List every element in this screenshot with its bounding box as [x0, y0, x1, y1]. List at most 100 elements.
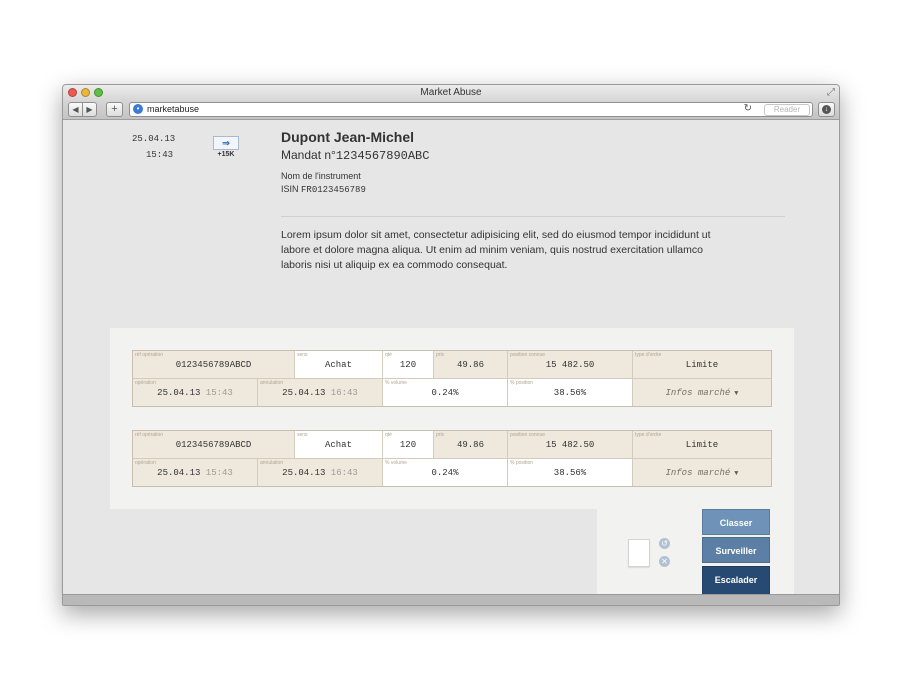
sens-cell: sens Achat — [295, 351, 383, 379]
mandate-prefix: Mandat n° — [281, 148, 336, 162]
title-bar: Market Abuse ⤢ — [63, 85, 839, 101]
undo-icon[interactable]: ↺ — [659, 538, 670, 549]
pct-position-label: % position — [510, 460, 534, 466]
position-value: 15 482.50 — [545, 360, 595, 370]
operation-datetime: 25.04.13 15:43 — [133, 388, 257, 398]
divider — [281, 216, 785, 217]
downloads-button[interactable]: ↓ — [818, 102, 835, 117]
chevron-down-icon: ▼ — [734, 390, 739, 398]
chevron-down-icon: ▼ — [734, 470, 739, 478]
ref-label: réf opération — [135, 352, 164, 358]
new-tab-button[interactable]: + — [106, 102, 123, 117]
fullscreen-icon[interactable]: ⤢ — [827, 87, 835, 98]
pct-position-value: 38.56% — [553, 388, 587, 398]
browser-window: Market Abuse ⤢ ◀ ▶ + • marketabuse ↻ Rea… — [62, 84, 840, 606]
operation-date: 25.04.13 — [157, 468, 201, 478]
browser-toolbar: ◀ ▶ + • marketabuse ↻ Reader ↓ — [63, 101, 839, 120]
url-text: marketabuse — [147, 104, 200, 114]
position-label: position connue — [510, 352, 546, 358]
surveiller-button[interactable]: Surveiller — [702, 537, 770, 563]
ref-label: réf opération — [135, 432, 164, 438]
prix-value: 49.86 — [456, 360, 484, 370]
operation-date: 25.04.13 — [157, 388, 201, 398]
annulation-datetime: 25.04.13 16:43 — [258, 388, 382, 398]
type-ordre-value: Limite — [685, 360, 719, 370]
volume-value: 0.24% — [431, 388, 459, 398]
prix-label: prix — [436, 352, 445, 358]
sens-value: Achat — [324, 440, 352, 450]
infos-marche-label: Infos marché ▼ — [633, 388, 771, 398]
annulation-time-cell: annulation 25.04.13 16:43 — [258, 379, 383, 406]
operation-label: opération — [135, 460, 156, 466]
pct-position-label: % position — [510, 380, 534, 386]
classer-button[interactable]: Classer — [702, 509, 770, 535]
operation-card: réf opération 0123456789ABCD sens Achat … — [132, 350, 772, 407]
qte-value: 120 — [399, 360, 417, 370]
qte-label: qté — [385, 352, 392, 358]
ref-value: 0123456789ABCD — [175, 440, 252, 450]
prix-value: 49.86 — [456, 440, 484, 450]
reload-icon[interactable]: ↻ — [744, 103, 752, 114]
operation-time: 15:43 — [205, 388, 233, 398]
operation-datetime: 25.04.13 15:43 — [133, 468, 257, 478]
annulation-time-cell: annulation 25.04.13 16:43 — [258, 459, 383, 486]
alert-time: 15:43 — [146, 150, 174, 160]
operation-time-cell: opération 25.04.13 15:43 — [133, 459, 258, 486]
volume-cell: % volume 0.24% — [383, 379, 508, 406]
volume-label: % volume — [385, 460, 407, 466]
infos-marche-dropdown[interactable]: Infos marché ▼ — [633, 459, 771, 486]
back-button[interactable]: ◀ — [68, 102, 83, 117]
qte-cell: qté 120 — [383, 351, 434, 379]
annulation-datetime: 25.04.13 16:43 — [258, 468, 382, 478]
qte-cell: qté 120 — [383, 431, 434, 459]
operations-panel: réf opération 0123456789ABCD sens Achat … — [110, 328, 794, 509]
mandate-code: 1234567890ABC — [335, 149, 430, 163]
annulation-label: annulation — [260, 380, 284, 386]
remove-icon[interactable]: ✕ — [659, 556, 670, 567]
pct-position-cell: % position 38.56% — [508, 459, 633, 486]
sens-value: Achat — [324, 360, 352, 370]
download-icon: ↓ — [822, 105, 831, 114]
infos-marche-text: Infos marché — [665, 388, 731, 398]
position-cell: position connue 15 482.50 — [508, 351, 633, 379]
status-bar — [63, 594, 839, 605]
forward-button[interactable]: ▶ — [82, 102, 97, 117]
prix-cell: prix 49.86 — [434, 431, 508, 459]
operation-card: réf opération 0123456789ABCD sens Achat … — [132, 430, 772, 487]
type-ordre-cell: type d'ordre Limite — [633, 351, 771, 379]
sens-label: sens — [297, 432, 308, 438]
type-ordre-cell: type d'ordre Limite — [633, 431, 771, 459]
arrow-badge-icon: ⇒ — [213, 136, 239, 150]
volume-label: % volume — [385, 380, 407, 386]
pct-position-value: 38.56% — [553, 468, 587, 478]
window-title: Market Abuse — [420, 87, 482, 98]
infos-marche-dropdown[interactable]: Infos marché ▼ — [633, 379, 771, 406]
escalader-button[interactable]: Escalader — [702, 566, 770, 595]
qte-value: 120 — [399, 440, 417, 450]
globe-icon: • — [133, 104, 143, 114]
address-bar[interactable]: • marketabuse ↻ Reader — [129, 102, 813, 117]
page-content: 25.04.13 15:43 ⇒ +15K Dupont Jean-Michel… — [63, 120, 839, 595]
qte-label: qté — [385, 432, 392, 438]
annulation-label: annulation — [260, 460, 284, 466]
document-icon[interactable] — [628, 539, 650, 567]
reader-button[interactable]: Reader — [764, 104, 810, 116]
instrument-name: Nom de l'instrument — [281, 171, 361, 181]
operation-time-cell: opération 25.04.13 15:43 — [133, 379, 258, 406]
position-value: 15 482.50 — [545, 440, 595, 450]
ref-cell: réf opération 0123456789ABCD — [133, 351, 295, 379]
alert-description: Lorem ipsum dolor sit amet, consectetur … — [281, 229, 711, 271]
pct-position-cell: % position 38.56% — [508, 379, 633, 406]
alert-date: 25.04.13 — [132, 134, 176, 144]
prix-label: prix — [436, 432, 445, 438]
type-ordre-label: type d'ordre — [635, 352, 662, 358]
infos-marche-label: Infos marché ▼ — [633, 468, 771, 478]
volume-value: 0.24% — [431, 468, 459, 478]
annulation-time: 16:43 — [330, 388, 358, 398]
isin-code: FR0123456789 — [301, 185, 366, 195]
volume-cell: % volume 0.24% — [383, 459, 508, 486]
operation-label: opération — [135, 380, 156, 386]
position-label: position connue — [510, 432, 546, 438]
prix-cell: prix 49.86 — [434, 351, 508, 379]
client-name: Dupont Jean-Michel — [281, 129, 415, 145]
